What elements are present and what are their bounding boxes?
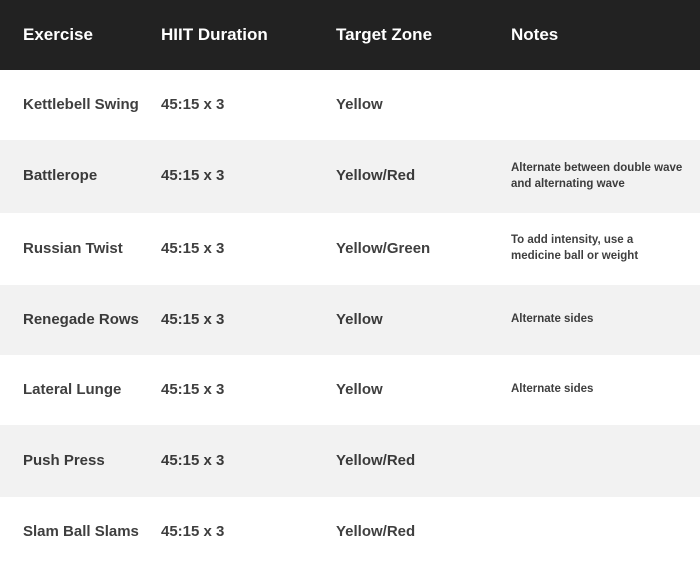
cell-target-zone: Yellow: [336, 95, 383, 113]
table-header-row: Exercise HIIT Duration Target Zone Notes: [0, 0, 700, 70]
cell-target-zone: Yellow: [336, 380, 383, 398]
cell-exercise: Battlerope: [23, 167, 98, 185]
table-row: Russian Twist 45:15 x 3 Yellow/Green To add…: [0, 213, 700, 285]
cell-hiit-duration: 45:15 x 3: [161, 380, 225, 398]
cell-hiit-duration: 45:15 x 3: [161, 95, 225, 113]
table-row: Renegade Rows 45:15 x 3 Yellow Alternate si…: [0, 285, 700, 355]
cell-exercise: Push Press: [23, 451, 105, 469]
column-header-target-zone: Target Zone: [336, 24, 433, 44]
cell-target-zone: Yellow/Red: [336, 522, 416, 540]
cell-target-zone: Yellow/Red: [336, 167, 416, 185]
cell-exercise: Renegade Rows: [23, 310, 139, 328]
column-header-notes: Notes: [511, 24, 559, 44]
cell-target-zone: Yellow/Red: [336, 451, 416, 469]
cell-hiit-duration: 45:15 x 3: [161, 167, 225, 185]
cell-hiit-duration: 45:15 x 3: [161, 239, 225, 257]
cell-hiit-duration: 45:15 x 3: [161, 451, 225, 469]
cell-hiit-duration: 45:15 x 3: [161, 522, 225, 540]
cell-notes: To add intensity, use a medicine ball or…: [511, 234, 639, 262]
table-row: Push Press 45:15 x 3 Yellow/Red: [0, 425, 700, 497]
column-header-exercise: Exercise: [23, 24, 93, 44]
cell-target-zone: Yellow/Green: [336, 239, 431, 257]
cell-notes: Alternate between double wave and altern…: [511, 161, 683, 190]
cell-exercise: Kettlebell Swing: [23, 95, 139, 113]
cell-hiit-duration: 45:15 x 3: [161, 310, 225, 328]
table-body: Kettlebell Swing 45:15 x 3 Yellow Battlerop…: [0, 70, 700, 567]
cell-target-zone: Yellow: [336, 310, 383, 328]
workout-table: Exercise HIIT Duration Target Zone Notes…: [0, 0, 700, 567]
cell-exercise: Russian Twist: [23, 239, 123, 257]
table-row: Slam Ball Slams 45:15 x 3 Yellow/Red: [0, 497, 700, 567]
table-row: Lateral Lunge 45:15 x 3 Yellow Alternate si…: [0, 355, 700, 425]
cell-notes: Alternate sides: [511, 383, 594, 396]
table-row: Battlerope 45:15 x 3 Yellow/Red Alternate b…: [0, 140, 700, 213]
table-row: Kettlebell Swing 45:15 x 3 Yellow: [0, 70, 700, 140]
cell-notes: Alternate sides: [511, 313, 594, 326]
cell-exercise: Lateral Lunge: [23, 380, 122, 398]
cell-exercise: Slam Ball Slams: [23, 522, 139, 540]
column-header-hiit-duration: HIIT Duration: [161, 24, 268, 44]
